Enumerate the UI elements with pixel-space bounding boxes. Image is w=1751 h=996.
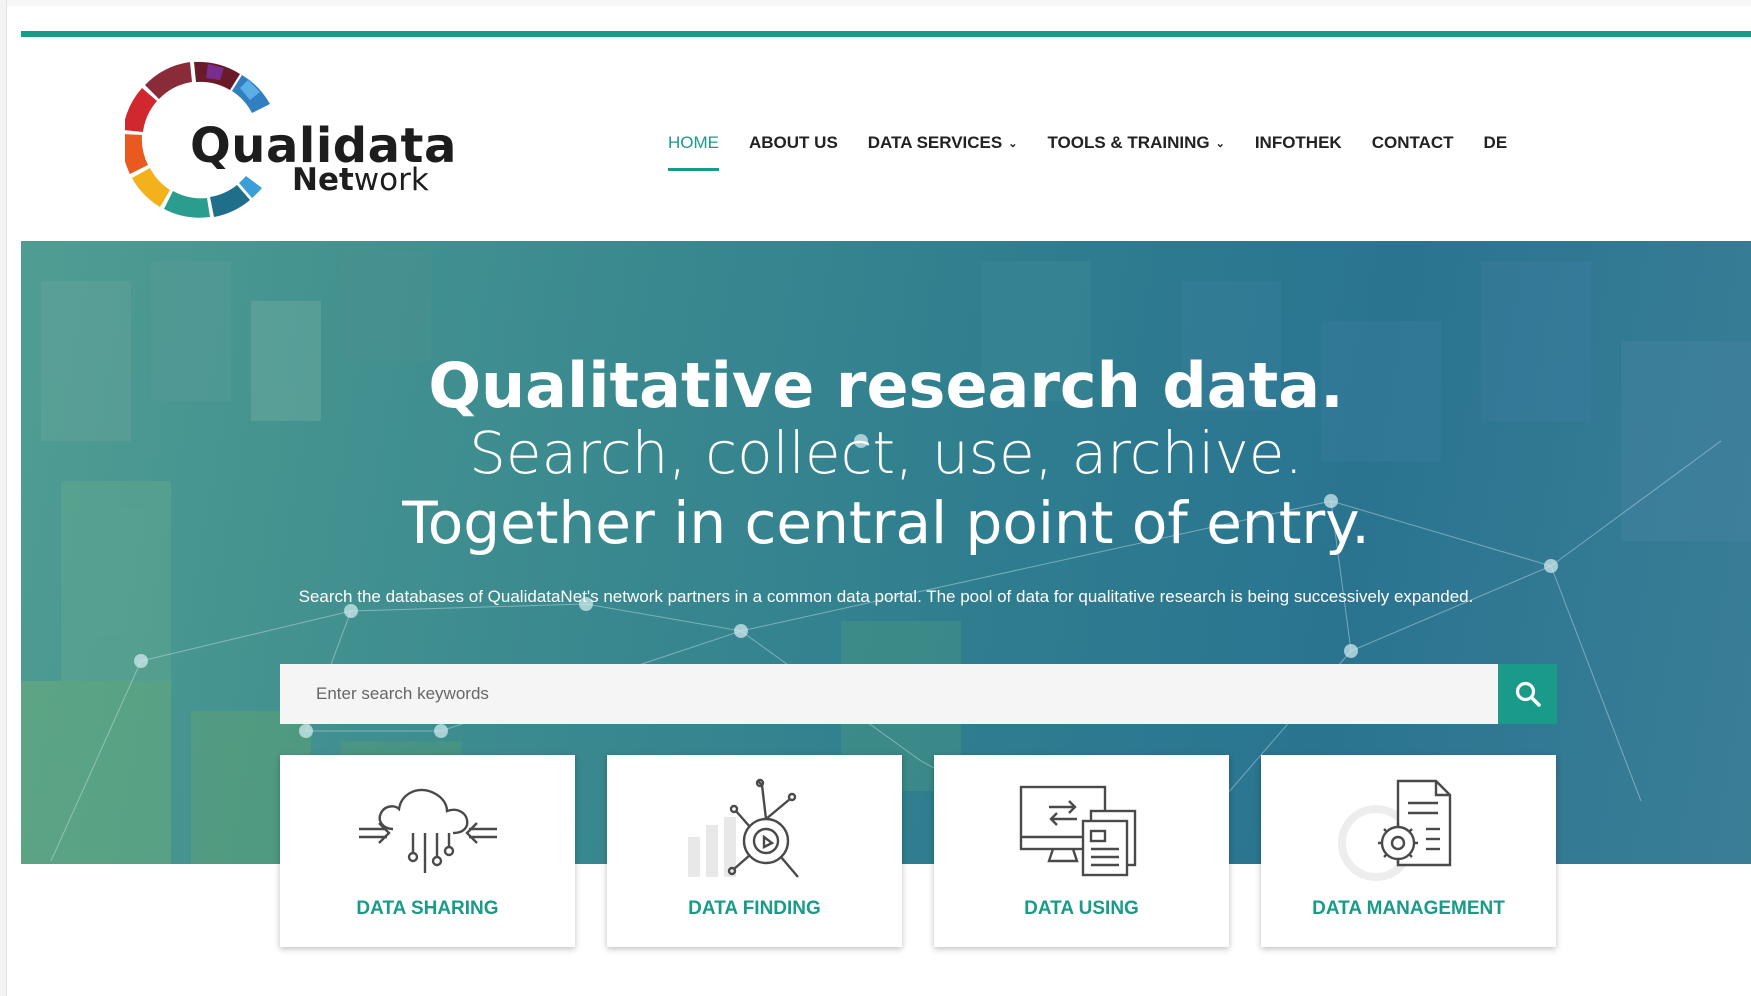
card-data-sharing-label: DATA SHARING: [356, 898, 499, 919]
card-data-sharing[interactable]: DATA SHARING: [280, 755, 575, 947]
search-button[interactable]: [1498, 664, 1557, 724]
logo-subtitle: Network: [292, 162, 429, 198]
nav-item-home[interactable]: HOME: [668, 128, 719, 171]
chevron-down-icon: ⌄: [1215, 137, 1225, 150]
main-nav: HOME ABOUT US DATA SERVICES ⌄ TOOLS & TRA…: [668, 128, 1537, 171]
nav-item-language-de[interactable]: DE: [1484, 128, 1508, 158]
card-data-using[interactable]: DATA USING: [934, 755, 1229, 947]
nav-item-infothek[interactable]: INFOTHEK: [1255, 128, 1342, 158]
search-input[interactable]: [280, 664, 1498, 724]
window-frame-top: [0, 0, 1751, 6]
card-data-finding[interactable]: DATA FINDING: [607, 755, 902, 947]
chevron-down-icon: ⌄: [1008, 137, 1018, 150]
window-frame-left: [0, 0, 7, 996]
monitor-documents-icon: [1019, 785, 1136, 877]
search-icon: [1515, 681, 1541, 707]
card-data-management[interactable]: DATA MANAGEMENT: [1261, 755, 1556, 947]
nav-item-tools-training[interactable]: TOOLS & TRAINING ⌄: [1047, 128, 1224, 158]
hero-description: Search the databases of QualidataNet's n…: [298, 587, 1474, 606]
hero-title: Qualitative research data.: [428, 349, 1344, 422]
nav-item-data-services[interactable]: DATA SERVICES ⌄: [868, 128, 1018, 158]
search-bar: [280, 664, 1557, 724]
hero-subtitle-line-2: Together in central point of entry.: [402, 489, 1370, 557]
nav-item-about-us[interactable]: ABOUT US: [749, 128, 838, 158]
nav-item-contact[interactable]: CONTACT: [1372, 128, 1454, 158]
cloud-share-icon: [358, 788, 497, 873]
document-gear-icon: [1337, 779, 1451, 881]
hero-subtitle-line-1: Search, collect, use, archive.: [469, 419, 1303, 487]
data-finding-icon: [687, 778, 799, 878]
card-data-management-label: DATA MANAGEMENT: [1312, 898, 1505, 919]
card-data-finding-label: DATA FINDING: [688, 898, 821, 919]
top-accent-bar: [21, 31, 1751, 37]
card-data-using-label: DATA USING: [1024, 898, 1139, 919]
